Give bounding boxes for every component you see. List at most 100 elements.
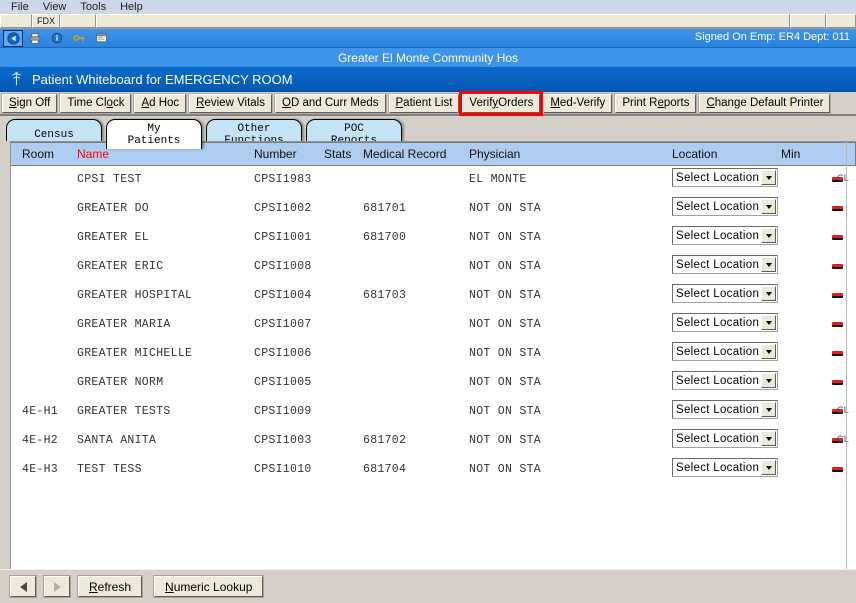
location-select[interactable]: Select Location: [672, 458, 778, 477]
print-reports-button[interactable]: Print Reports: [615, 94, 696, 113]
cell-room: 4E-H1: [22, 405, 58, 418]
location-select[interactable]: Select Location: [672, 429, 778, 448]
min-status-indicator[interactable]: [832, 235, 843, 240]
back-icon[interactable]: [3, 30, 23, 47]
cell-physician: NOT ON STA: [469, 434, 541, 447]
cell-account-number: CPSI1003: [254, 434, 312, 447]
table-row[interactable]: GREATER HOSPITALCPSI1004681703NOT ON STA…: [11, 282, 856, 311]
location-select[interactable]: Select Location: [672, 400, 778, 419]
location-select[interactable]: Select Location: [672, 168, 778, 187]
key-icon[interactable]: [69, 30, 89, 47]
table-row[interactable]: GREATER MARIACPSI1007NOT ON STASelect Lo…: [11, 311, 856, 340]
ad-hoc-button[interactable]: Ad Hoc: [134, 94, 186, 113]
table-row[interactable]: 4E-H2SANTA ANITACPSI1003681702NOT ON STA…: [11, 427, 856, 456]
location-select-value: Select Location: [676, 433, 759, 445]
refresh-label: efresh: [98, 580, 131, 594]
chevron-down-icon[interactable]: [761, 460, 776, 475]
sign-off-button[interactable]: Sign Off: [2, 94, 57, 113]
min-status-indicator[interactable]: [832, 264, 843, 269]
menu-bar: File View Tools Help: [0, 0, 856, 14]
menu-item-view[interactable]: View: [36, 0, 74, 14]
chevron-down-icon[interactable]: [761, 315, 776, 330]
column-header-name[interactable]: Name: [77, 147, 109, 161]
od-and-curr-meds-button[interactable]: OD and Curr Meds: [275, 94, 386, 113]
printer-icon[interactable]: [25, 30, 45, 47]
menu-item-help[interactable]: Help: [113, 0, 150, 14]
cell-cl-flag: CL: [837, 173, 849, 183]
cell-account-number: CPSI1983: [254, 173, 312, 186]
location-select[interactable]: Select Location: [672, 313, 778, 332]
location-select-value: Select Location: [676, 288, 759, 300]
prev-page-button[interactable]: [10, 576, 36, 597]
status-cell-4: [826, 14, 856, 28]
cell-patient-name: GREATER NORM: [77, 376, 163, 389]
column-header-phys[interactable]: Physician: [469, 147, 520, 161]
cell-account-number: CPSI1008: [254, 260, 312, 273]
min-status-indicator[interactable]: [832, 322, 843, 327]
med-verify-button[interactable]: Med-Verify: [543, 94, 612, 113]
cell-patient-name: CPSI TEST: [77, 173, 142, 186]
next-page-button[interactable]: [44, 576, 70, 597]
info-icon[interactable]: [47, 30, 67, 47]
min-status-indicator[interactable]: [832, 380, 843, 385]
chevron-down-icon[interactable]: [761, 286, 776, 301]
column-header-number[interactable]: Number: [254, 147, 297, 161]
location-select-value: Select Location: [676, 259, 759, 271]
review-vitals-button[interactable]: Review Vitals: [189, 94, 272, 113]
refresh-button[interactable]: Refresh: [78, 576, 142, 597]
cell-patient-name: GREATER MARIA: [77, 318, 171, 331]
table-row[interactable]: GREATER ERICCPSI1008NOT ON STASelect Loc…: [11, 253, 856, 282]
numeric-lookup-button[interactable]: Numeric Lookup: [154, 576, 263, 597]
signed-on-status: Signed On Emp: ER4 Dept: 011: [695, 31, 850, 43]
min-status-indicator[interactable]: [832, 206, 843, 211]
change-default-printer-button[interactable]: Change Default Printer: [699, 94, 830, 113]
chevron-down-icon[interactable]: [761, 257, 776, 272]
table-row[interactable]: CPSI TESTCPSI1983EL MONTESelect Location…: [11, 166, 856, 195]
menu-item-file[interactable]: File: [4, 0, 36, 14]
cell-physician: NOT ON STA: [469, 318, 541, 331]
patient-rows: CPSI TESTCPSI1983EL MONTESelect Location…: [11, 166, 856, 485]
table-row[interactable]: 4E-H3TEST TESSCPSI1010681704NOT ON STASe…: [11, 456, 856, 485]
min-status-indicator[interactable]: [832, 293, 843, 298]
column-header-mr[interactable]: Medical Record: [363, 147, 446, 161]
chevron-down-icon[interactable]: [761, 170, 776, 185]
chevron-down-icon[interactable]: [761, 344, 776, 359]
location-select[interactable]: Select Location: [672, 197, 778, 216]
chevron-down-icon[interactable]: [761, 373, 776, 388]
location-select[interactable]: Select Location: [672, 284, 778, 303]
location-select[interactable]: Select Location: [672, 371, 778, 390]
chevron-down-icon[interactable]: [761, 228, 776, 243]
cell-account-number: CPSI1006: [254, 347, 312, 360]
verify-orders-button[interactable]: Verify Orders: [462, 94, 540, 113]
notes-window-icon[interactable]: [91, 30, 111, 47]
column-header-location[interactable]: Location: [672, 147, 717, 161]
patient-list-button[interactable]: Patient List: [389, 94, 460, 113]
location-select[interactable]: Select Location: [672, 226, 778, 245]
table-row[interactable]: 4E-H1GREATER TESTSCPSI1009NOT ON STASele…: [11, 398, 856, 427]
status-cell-message: [96, 14, 790, 28]
cell-patient-name: GREATER MICHELLE: [77, 347, 192, 360]
time-clock-button[interactable]: Time Clock: [60, 94, 131, 113]
table-row[interactable]: GREATER DOCPSI1002681701NOT ON STASelect…: [11, 195, 856, 224]
cell-physician: NOT ON STA: [469, 231, 541, 244]
location-select[interactable]: Select Location: [672, 255, 778, 274]
table-row[interactable]: GREATER NORMCPSI1005NOT ON STASelect Loc…: [11, 369, 856, 398]
menu-item-tools[interactable]: Tools: [73, 0, 113, 14]
column-header-room[interactable]: Room: [22, 147, 54, 161]
cell-physician: NOT ON STA: [469, 405, 541, 418]
location-select[interactable]: Select Location: [672, 342, 778, 361]
chevron-down-icon[interactable]: [761, 431, 776, 446]
chevron-down-icon[interactable]: [761, 402, 776, 417]
min-status-indicator[interactable]: [832, 351, 843, 356]
tab-my-patients[interactable]: MyPatients: [106, 119, 202, 149]
page-title: Patient Whiteboard for EMERGENCY ROOM: [32, 72, 293, 87]
column-header-stats[interactable]: Stats: [324, 147, 351, 161]
table-row[interactable]: GREATER ELCPSI1001681700NOT ON STASelect…: [11, 224, 856, 253]
table-row[interactable]: GREATER MICHELLECPSI1006NOT ON STASelect…: [11, 340, 856, 369]
cell-cl-flag: CL: [837, 434, 849, 444]
cell-account-number: CPSI1009: [254, 405, 312, 418]
min-status-indicator[interactable]: [832, 467, 843, 472]
tab-label: Census: [34, 129, 74, 141]
column-header-min[interactable]: Min: [781, 147, 800, 161]
chevron-down-icon[interactable]: [761, 199, 776, 214]
